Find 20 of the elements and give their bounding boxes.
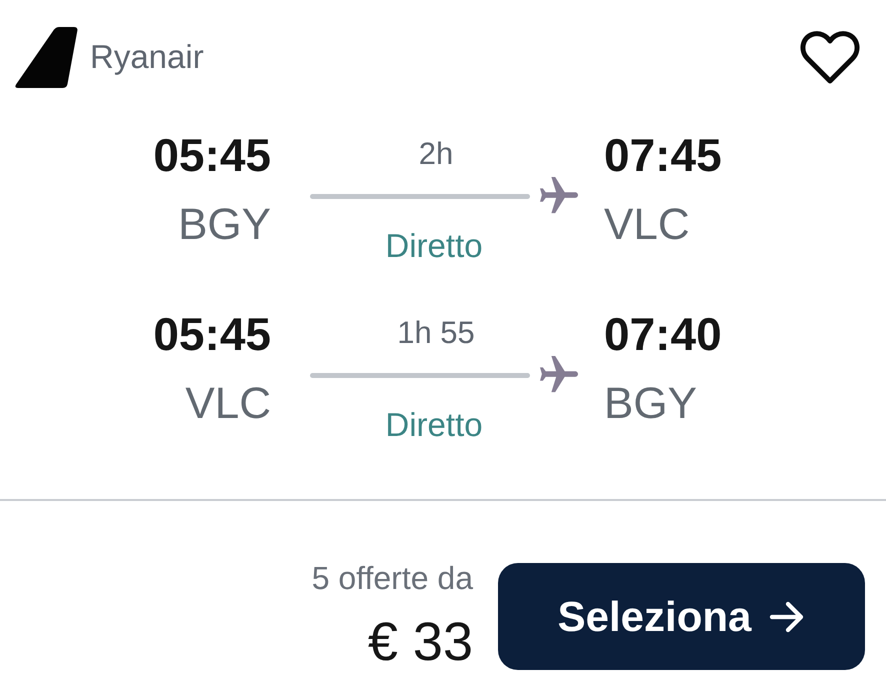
departure-airport: BGY — [178, 200, 271, 250]
airline-name: Ryanair — [90, 37, 204, 77]
arrival-airport: VLC — [604, 200, 690, 250]
departure-time: 05:45 — [153, 129, 271, 181]
heart-icon[interactable] — [799, 30, 861, 86]
tail-logo-icon — [14, 27, 78, 89]
stops-label: Diretto — [385, 227, 483, 265]
arrival-time: 07:45 — [604, 129, 722, 181]
select-button[interactable]: Seleziona — [498, 563, 865, 670]
departure-time: 05:45 — [153, 308, 271, 360]
flight-duration: 2h — [418, 136, 454, 172]
airplane-icon — [540, 177, 578, 215]
price: € 33 — [368, 612, 473, 672]
offers-count: 5 offerte da — [312, 560, 473, 596]
arrival-airport: BGY — [604, 379, 697, 429]
stops-label: Diretto — [385, 406, 483, 444]
flight-duration: 1h 55 — [397, 315, 475, 351]
arrival-time: 07:40 — [604, 308, 722, 360]
airplane-icon — [540, 356, 578, 394]
departure-airport: VLC — [185, 379, 271, 429]
